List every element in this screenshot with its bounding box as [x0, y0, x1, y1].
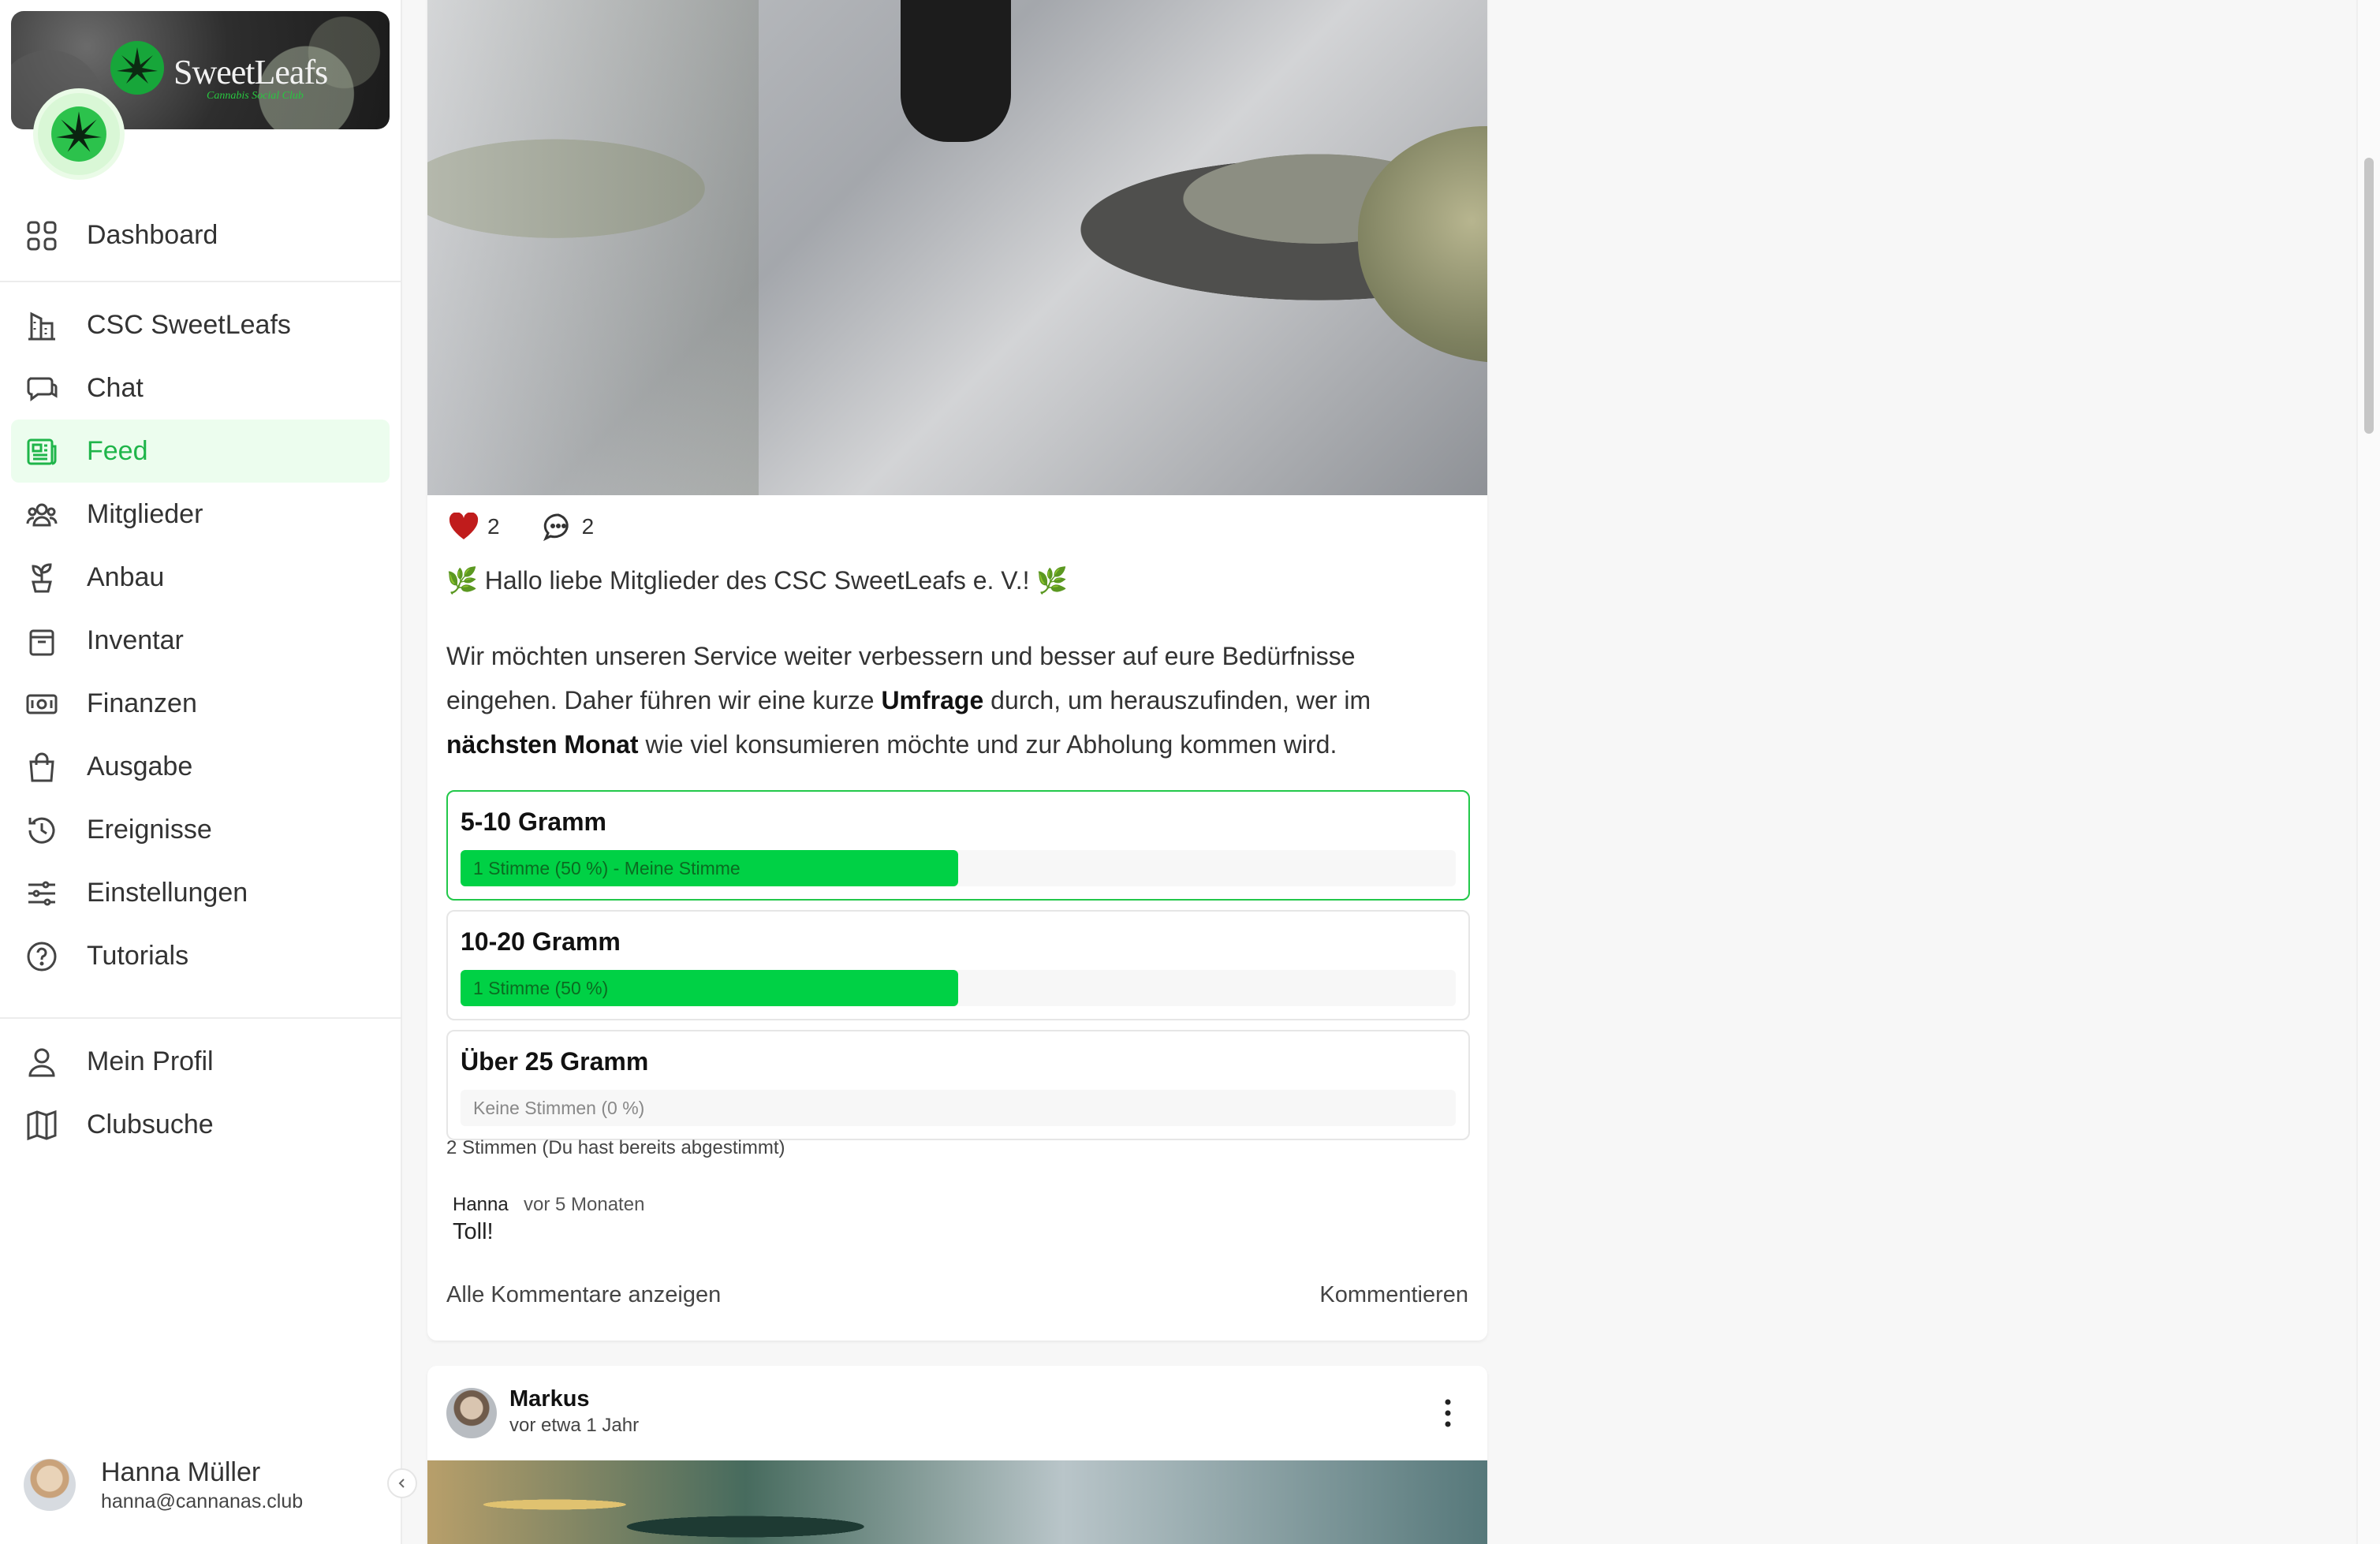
poll-result-bar: Keine Stimmen (0 %)	[461, 1090, 1456, 1126]
newspaper-icon	[27, 438, 57, 465]
feed-post: Markus vor etwa 1 Jahr	[427, 1366, 1487, 1544]
comment-button[interactable]: Kommentieren	[1319, 1282, 1468, 1308]
comment-icon[interactable]	[543, 512, 574, 542]
cannabis-leaf-icon	[110, 41, 164, 95]
sidebar-item-chat[interactable]: Chat	[11, 356, 390, 420]
sidebar-item-inventar[interactable]: Inventar	[11, 609, 390, 672]
collapse-sidebar-button[interactable]	[387, 1468, 417, 1498]
poll-summary: 2 Stimmen (Du hast bereits abgestimmt)	[446, 1137, 785, 1158]
poll-option[interactable]: 10-20 Gramm 1 Stimme (50 %)	[446, 910, 1470, 1020]
sidebar-item-einstellungen[interactable]: Einstellungen	[11, 861, 390, 924]
sidebar-item-label: Anbau	[87, 561, 165, 592]
chevron-left-icon	[398, 1479, 405, 1488]
sidebar-item-label: Ereignisse	[87, 814, 212, 845]
money-icon	[26, 694, 58, 714]
scrollbar-thumb[interactable]	[2364, 158, 2374, 434]
grid-icon	[27, 221, 57, 251]
sidebar-item-label: Mitglieder	[87, 498, 203, 529]
sidebar-item-label: Mein Profil	[87, 1046, 214, 1076]
sidebar-item-label: Tutorials	[87, 940, 189, 971]
sidebar-item-label: Finanzen	[87, 688, 197, 718]
sidebar-item-mitglieder[interactable]: Mitglieder	[11, 483, 390, 546]
poll-result-bar: 1 Stimme (50 %)	[461, 970, 1456, 1006]
club-avatar[interactable]	[33, 88, 125, 180]
map-icon	[27, 1110, 57, 1141]
cannabis-leaf-icon	[51, 106, 106, 162]
club-brand: SweetLeafs	[173, 53, 328, 91]
poll-result-bar: 1 Stimme (50 %) - Meine Stimme	[461, 850, 1456, 886]
sidebar-item-label: Ausgabe	[87, 751, 193, 781]
poll-option-label: Über 25 Gramm	[461, 1047, 649, 1076]
post-author[interactable]: Markus	[509, 1386, 590, 1412]
sidebar-item-club[interactable]: CSC SweetLeafs	[11, 293, 390, 356]
poll-result-text: Keine Stimmen (0 %)	[473, 1098, 645, 1118]
bag-icon	[29, 752, 54, 782]
sidebar-item-profil[interactable]: Mein Profil	[11, 1030, 390, 1093]
comment-author[interactable]: Hanna	[453, 1194, 509, 1216]
post-image[interactable]	[427, 1460, 1487, 1544]
like-count: 2	[487, 514, 500, 539]
post-body: Wir möchten unseren Service weiter verbe…	[446, 642, 1371, 759]
sidebar-item-ereignisse[interactable]: Ereignisse	[11, 798, 390, 861]
sliders-icon	[28, 881, 55, 906]
post-greeting: 🌿 Hallo liebe Mitglieder des CSC SweetLe…	[446, 566, 1069, 595]
bud-shape	[1358, 126, 1487, 363]
divider	[0, 281, 402, 282]
comment-count: 2	[581, 514, 595, 539]
sidebar-item-label: Chat	[87, 372, 144, 403]
comment-time: vor 5 Monaten	[524, 1194, 645, 1215]
leaf-icon: 🌿	[1036, 566, 1069, 595]
tongs-shape	[901, 0, 1011, 142]
sidebar-item-ausgabe[interactable]: Ausgabe	[11, 735, 390, 798]
poll-option-label: 5-10 Gramm	[461, 807, 606, 836]
post-image[interactable]	[427, 0, 1487, 495]
poll-option-label: 10-20 Gramm	[461, 927, 621, 956]
plant-icon	[32, 563, 52, 593]
sidebar-item-label: Einstellungen	[87, 877, 248, 908]
comment-text: Toll!	[453, 1219, 494, 1244]
poll-option[interactable]: Über 25 Gramm Keine Stimmen (0 %)	[446, 1030, 1470, 1140]
sidebar: SweetLeafs Cannabis Social Club Dashboar…	[0, 0, 402, 1544]
help-icon	[27, 942, 57, 972]
box-icon	[29, 629, 54, 656]
user-account[interactable]: Hanna Müller hanna@cannanas.club	[24, 1457, 386, 1514]
poll-option[interactable]: 5-10 Gramm 1 Stimme (50 %) - Meine Stimm…	[446, 790, 1470, 901]
building-icon	[28, 311, 55, 341]
sidebar-item-label: Feed	[87, 435, 148, 466]
poll-result-text: 1 Stimme (50 %)	[473, 978, 609, 998]
more-options-icon[interactable]	[1440, 1397, 1456, 1429]
sidebar-item-clubsuche[interactable]: Clubsuche	[11, 1093, 390, 1156]
users-icon	[26, 503, 58, 527]
divider	[0, 1017, 402, 1019]
user-email: hanna@cannanas.club	[101, 1490, 304, 1512]
heart-icon[interactable]	[448, 513, 479, 541]
sidebar-item-tutorials[interactable]: Tutorials	[11, 924, 390, 987]
nav-main: CSC SweetLeafs Chat Feed Mitglieder Anba…	[11, 293, 390, 987]
sidebar-item-finanzen[interactable]: Finanzen	[11, 672, 390, 735]
post-time: vor etwa 1 Jahr	[509, 1415, 640, 1436]
user-icon	[28, 1048, 55, 1077]
poll-result-text: 1 Stimme (50 %) - Meine Stimme	[473, 858, 740, 878]
sidebar-item-label: CSC SweetLeafs	[87, 309, 291, 340]
club-subtitle: Cannabis Social Club	[207, 90, 304, 102]
jar-shape	[427, 0, 759, 495]
sidebar-item-label: Dashboard	[87, 219, 218, 250]
leaf-icon: 🌿	[446, 566, 478, 595]
sidebar-item-feed[interactable]: Feed	[11, 420, 390, 483]
nav-top: Dashboard	[11, 203, 390, 267]
sidebar-item-label: Inventar	[87, 625, 184, 655]
history-icon	[28, 817, 55, 844]
user-name: Hanna Müller	[101, 1457, 261, 1487]
sidebar-item-anbau[interactable]: Anbau	[11, 546, 390, 609]
avatar[interactable]	[446, 1388, 497, 1438]
avatar	[24, 1459, 76, 1511]
post-text: 🌿 Hallo liebe Mitglieder des CSC SweetLe…	[446, 558, 1464, 766]
chat-icon	[27, 377, 58, 401]
sidebar-item-label: Clubsuche	[87, 1109, 214, 1139]
sidebar-item-dashboard[interactable]: Dashboard	[11, 203, 390, 267]
feed-post: 2 2 🌿 Hallo liebe Mitglieder des CSC Swe…	[427, 0, 1487, 1341]
nav-bottom: Mein Profil Clubsuche	[11, 1030, 390, 1156]
post-reactions: 2 2	[448, 511, 594, 543]
show-all-comments-link[interactable]: Alle Kommentare anzeigen	[446, 1282, 721, 1308]
